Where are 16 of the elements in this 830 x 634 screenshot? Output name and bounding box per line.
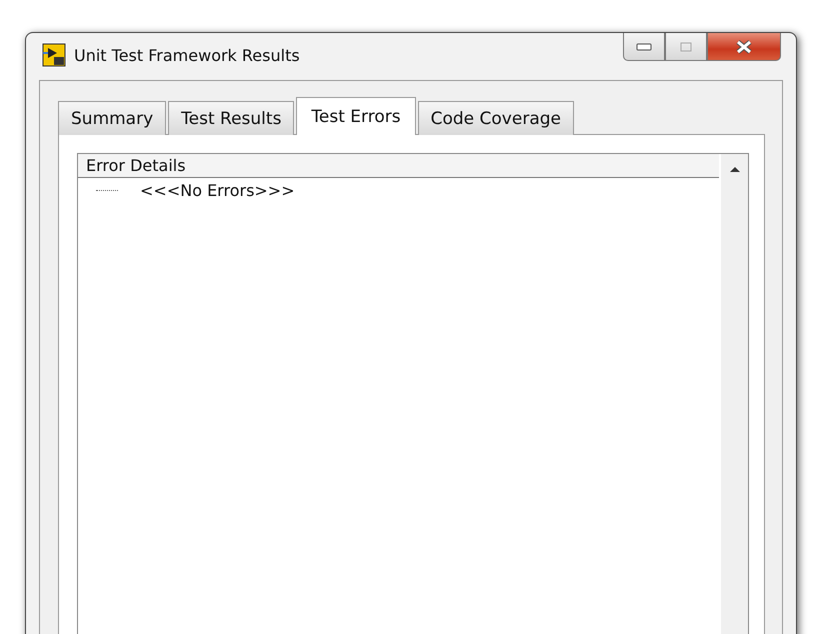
minimize-button[interactable]	[623, 33, 665, 61]
close-icon	[735, 40, 753, 54]
tab[interactable]: Code Coverage	[418, 101, 574, 135]
app-icon	[42, 43, 66, 67]
tab[interactable]: Test Errors	[296, 97, 416, 135]
window-title: Unit Test Framework Results	[74, 46, 300, 65]
column-header: Error Details	[78, 154, 719, 178]
minimize-icon	[636, 42, 652, 50]
tab[interactable]: Test Results	[168, 101, 294, 135]
scrollbar[interactable]	[721, 154, 748, 634]
scroll-up-icon[interactable]	[730, 166, 740, 172]
tree-item[interactable]: <<<No Errors>>>	[140, 180, 295, 200]
maximize-icon	[680, 42, 692, 52]
maximize-button[interactable]	[665, 33, 707, 61]
close-button[interactable]	[707, 33, 781, 61]
tab[interactable]: Summary	[58, 101, 166, 135]
